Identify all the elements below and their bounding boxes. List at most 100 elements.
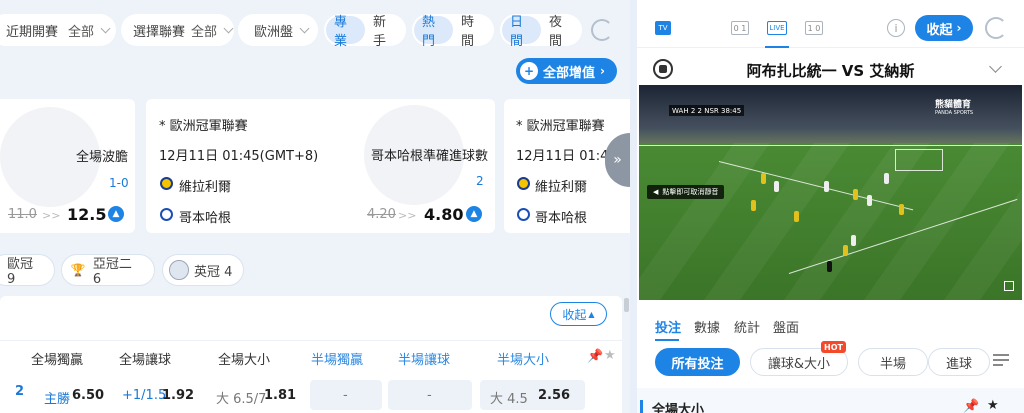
referee bbox=[827, 261, 832, 272]
refresh-icon[interactable] bbox=[985, 17, 1007, 39]
tab-data[interactable]: 數據 bbox=[694, 317, 720, 336]
live-panel-toolbar: TV 0 1 LIVE 1 0 i 收起 › bbox=[637, 10, 1024, 48]
ht-ou-odds[interactable]: 2.56 bbox=[538, 388, 570, 403]
collapse-panel-label: 收起 bbox=[926, 22, 953, 38]
panda-sports-logo: 熊貓體育 PANDA SPORTS bbox=[935, 100, 974, 116]
market-name: 哥本哈根準確進球數 bbox=[371, 149, 489, 164]
pitch-icon[interactable]: 1 0 bbox=[805, 21, 823, 35]
collapse-label: 收起 bbox=[562, 307, 587, 322]
hcp-line: +1/1.5 bbox=[122, 388, 167, 403]
win-odds[interactable]: 6.50 bbox=[72, 388, 104, 403]
section-accent bbox=[640, 400, 643, 413]
sort-menu-icon[interactable] bbox=[993, 354, 1009, 368]
player bbox=[899, 204, 904, 215]
new-odds: 12.5 bbox=[67, 205, 107, 224]
live-panel: TV 0 1 LIVE 1 0 i 收起 › 阿布扎比統一 VS 艾納斯 WAH… bbox=[637, 0, 1024, 413]
theme-day[interactable]: 日間 bbox=[502, 15, 541, 49]
add-all-button[interactable]: + 全部增值 › bbox=[516, 58, 617, 84]
league-chip-ucl[interactable]: 歐冠 9 bbox=[0, 254, 55, 287]
chip-half-time[interactable]: 半場 bbox=[858, 348, 928, 376]
villarreal-logo bbox=[160, 177, 173, 190]
odds-type-filter[interactable]: 歐洲盤 bbox=[238, 14, 318, 46]
collapse-button[interactable]: 收起 ▲ bbox=[550, 302, 607, 326]
trophy-icon: 🏆 bbox=[70, 263, 86, 277]
star-icon[interactable]: ★ bbox=[604, 348, 616, 363]
ht-win-odds: - bbox=[343, 388, 348, 403]
tv-icon[interactable]: TV bbox=[655, 21, 671, 35]
theme-night[interactable]: 夜間 bbox=[541, 15, 580, 49]
league-filter-value: 全部 bbox=[191, 24, 218, 40]
unmute-label: 點擊即可取消靜音 bbox=[662, 188, 719, 196]
info-icon[interactable]: i bbox=[887, 19, 905, 37]
player bbox=[794, 211, 799, 222]
pin-icon[interactable]: 📌 bbox=[587, 349, 603, 364]
scoreboard-icon[interactable]: 0 1 bbox=[731, 21, 749, 35]
col-ht-handicap: 半場讓球 bbox=[398, 353, 451, 368]
boost-up-icon: ▲ bbox=[108, 206, 124, 222]
speaker-icon: ◀ bbox=[653, 188, 659, 196]
boost-card[interactable]: 全場波膽 1-0 11.0 >> 12.5 ▲ bbox=[0, 99, 135, 233]
league-filter-label: 選擇聯賽 bbox=[133, 24, 186, 40]
scorebug-away-score: 2 bbox=[697, 106, 702, 115]
mode-beginner[interactable]: 新手 bbox=[365, 15, 404, 49]
mode-toggle: 專業 新手 bbox=[324, 14, 406, 49]
active-tab-indicator bbox=[655, 339, 679, 341]
active-tab-indicator bbox=[765, 46, 789, 48]
market-section[interactable]: 全場大小 📌 ★ bbox=[637, 388, 1024, 413]
boost-card[interactable]: * 歐洲冠軍聯賽 12月11日 01:45(GMT+8) 哥本哈根準確進球數 2… bbox=[146, 99, 495, 233]
pitch bbox=[639, 143, 1022, 300]
fullscreen-icon[interactable] bbox=[1004, 281, 1014, 291]
collapse-panel-button[interactable]: 收起 › bbox=[915, 15, 973, 41]
old-odds: 11.0 bbox=[8, 207, 37, 222]
player bbox=[851, 235, 856, 246]
league-filter[interactable]: 選擇聯賽 全部 bbox=[121, 14, 234, 46]
chip-all-bets[interactable]: 所有投注 bbox=[655, 348, 740, 376]
match-title: 阿布扎比統一 VS 艾納斯 bbox=[746, 62, 915, 80]
copenhagen-logo bbox=[160, 208, 173, 221]
ou-line: 大 6.5/7 bbox=[216, 392, 267, 407]
period-filter-label: 近期開賽 bbox=[6, 24, 59, 40]
star-icon[interactable]: ★ bbox=[987, 398, 999, 413]
arrows: >> bbox=[42, 209, 61, 222]
col-ft-ou: 全場大小 bbox=[218, 353, 271, 368]
col-ht-1x2: 半場獨贏 bbox=[311, 353, 364, 368]
match-time: 12月11日 01:45 bbox=[516, 149, 617, 164]
tab-stats[interactable]: 統計 bbox=[734, 317, 760, 336]
period-filter[interactable]: 近期開賽 全部 bbox=[0, 14, 116, 46]
sort-hot[interactable]: 熱門 bbox=[414, 15, 453, 49]
mode-pro[interactable]: 專業 bbox=[326, 15, 365, 49]
plus-icon: + bbox=[520, 62, 538, 80]
tab-board[interactable]: 盤面 bbox=[773, 317, 799, 336]
scrollbar[interactable] bbox=[624, 298, 629, 312]
sort-time[interactable]: 時間 bbox=[453, 15, 492, 49]
hcp-odds[interactable]: 1.92 bbox=[162, 388, 194, 403]
hot-badge: HOT bbox=[821, 341, 846, 353]
chevron-right-icon: › bbox=[956, 21, 962, 35]
unmute-banner[interactable]: ◀ 點擊即可取消靜音 bbox=[647, 185, 725, 199]
player bbox=[853, 189, 858, 200]
away-team: 哥本哈根 bbox=[179, 211, 232, 226]
boost-up-icon: ▲ bbox=[466, 206, 482, 222]
pin-icon[interactable]: 📌 bbox=[963, 399, 979, 413]
live-video[interactable]: WAH 2 2 NSR 38:45 熊貓體育 PANDA SPORTS ◀ 點擊… bbox=[639, 85, 1022, 300]
chevron-down-icon bbox=[100, 23, 111, 33]
add-all-label: 全部增值 bbox=[543, 65, 596, 81]
main-panel: 近期開賽 全部 選擇聯賽 全部 歐洲盤 專業 新手 熱門 時間 日間 夜間 + … bbox=[0, 0, 630, 413]
bet-filter-chips: 所有投注 讓球&大小 HOT 半場 進球 bbox=[637, 341, 1024, 380]
match-time: 12月11日 01:45(GMT+8) bbox=[159, 149, 319, 164]
tab-bet[interactable]: 投注 bbox=[655, 317, 681, 336]
match-header[interactable]: 阿布扎比統一 VS 艾納斯 bbox=[637, 56, 1024, 84]
league-logo-icon bbox=[169, 260, 189, 280]
league-name: * 歐洲冠軍聯賽 bbox=[516, 119, 605, 134]
away-team: 哥本哈根 bbox=[535, 211, 588, 226]
scorebug-away: NSR bbox=[704, 106, 719, 115]
refresh-icon[interactable] bbox=[591, 19, 613, 41]
win-label: 主勝 bbox=[44, 392, 71, 407]
league-chip-efl[interactable]: 英冠 4 bbox=[162, 254, 244, 286]
ou-odds[interactable]: 1.81 bbox=[264, 388, 296, 403]
league-chip-acl2[interactable]: 🏆 亞冠二 6 bbox=[61, 254, 155, 287]
scorebug-home: WAH bbox=[672, 106, 689, 115]
chip-goals[interactable]: 進球 bbox=[928, 348, 990, 376]
live-icon[interactable]: LIVE bbox=[767, 21, 787, 35]
col-ft-handicap: 全場讓球 bbox=[119, 353, 172, 368]
